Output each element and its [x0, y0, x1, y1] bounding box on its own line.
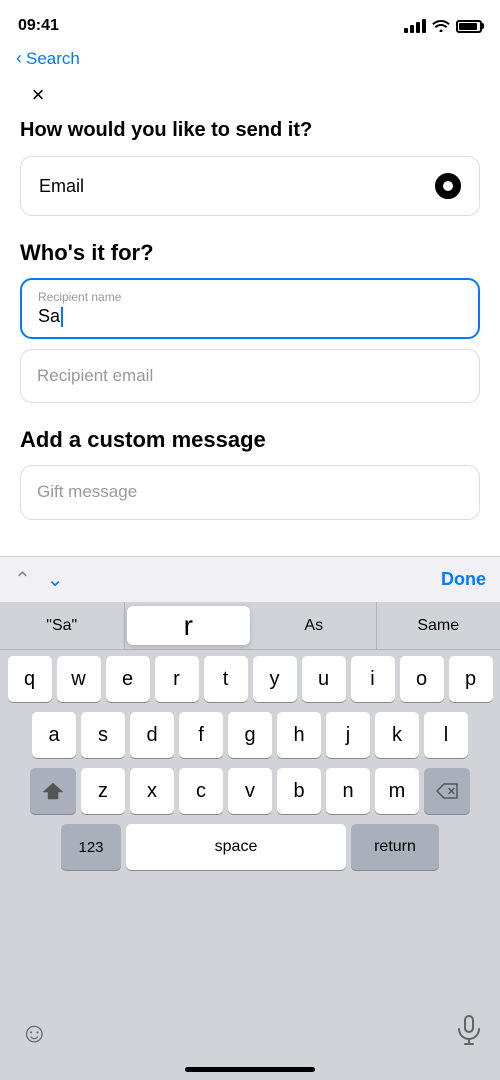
battery-icon: [456, 20, 482, 33]
key-z[interactable]: z: [81, 768, 125, 814]
add-message-heading: Add a custom message: [20, 427, 480, 453]
email-option[interactable]: Email: [20, 156, 480, 216]
key-l[interactable]: l: [424, 712, 468, 758]
autocomplete-item-4[interactable]: Same: [377, 602, 500, 649]
key-q[interactable]: q: [8, 656, 52, 702]
status-time: 09:41: [18, 17, 59, 35]
whos-it-for-heading: Who's it for?: [20, 240, 480, 266]
main-content: × How would you like to send it? Email W…: [0, 77, 500, 520]
gift-message-placeholder: Gift message: [37, 482, 137, 501]
key-s[interactable]: s: [81, 712, 125, 758]
toolbar-down-arrow[interactable]: ⌄: [47, 567, 64, 592]
key-y[interactable]: y: [253, 656, 297, 702]
key-h[interactable]: h: [277, 712, 321, 758]
home-indicator: [185, 1067, 315, 1072]
email-label: Email: [39, 176, 84, 197]
key-j[interactable]: j: [326, 712, 370, 758]
key-return[interactable]: return: [351, 824, 439, 870]
toolbar-done-button[interactable]: Done: [441, 569, 486, 590]
key-m[interactable]: m: [375, 768, 419, 814]
toolbar-arrows: ⌃ ⌄: [14, 567, 64, 592]
email-radio-selected: [435, 173, 461, 199]
key-k[interactable]: k: [375, 712, 419, 758]
key-numbers[interactable]: 123: [61, 824, 121, 870]
key-v[interactable]: v: [228, 768, 272, 814]
key-i[interactable]: i: [351, 656, 395, 702]
autocomplete-item-2[interactable]: r: [127, 606, 251, 645]
keyboard-row-2: a s d f g h j k l: [4, 712, 496, 758]
emoji-icon[interactable]: ☺: [20, 1017, 49, 1049]
key-u[interactable]: u: [302, 656, 346, 702]
key-w[interactable]: w: [57, 656, 101, 702]
key-r[interactable]: r: [155, 656, 199, 702]
keyboard: q w e r t y u i o p a s d f g h j k l z …: [0, 650, 500, 1080]
autocomplete-item-1[interactable]: "Sa": [0, 602, 125, 649]
recipient-name-value: Sa: [38, 306, 462, 327]
text-cursor: [61, 307, 63, 327]
back-button[interactable]: ‹ Search: [16, 48, 80, 69]
recipient-name-field[interactable]: Recipient name Sa: [20, 278, 480, 339]
key-p[interactable]: p: [449, 656, 493, 702]
key-d[interactable]: d: [130, 712, 174, 758]
key-f[interactable]: f: [179, 712, 223, 758]
key-x[interactable]: x: [130, 768, 174, 814]
status-bar: 09:41: [0, 0, 500, 44]
autocomplete-bar: "Sa" r As Same: [0, 602, 500, 650]
key-c[interactable]: c: [179, 768, 223, 814]
key-t[interactable]: t: [204, 656, 248, 702]
key-shift[interactable]: [30, 768, 76, 814]
back-chevron-icon: ‹: [16, 48, 22, 69]
toolbar-up-arrow[interactable]: ⌃: [14, 567, 31, 592]
keyboard-row-1: q w e r t y u i o p: [4, 656, 496, 702]
nav-bar: ‹ Search: [0, 44, 500, 77]
key-backspace[interactable]: [424, 768, 470, 814]
keyboard-row-3: z x c v b n m: [4, 768, 496, 814]
key-n[interactable]: n: [326, 768, 370, 814]
back-label: Search: [26, 49, 80, 69]
send-heading: How would you like to send it?: [20, 119, 480, 142]
key-o[interactable]: o: [400, 656, 444, 702]
close-button[interactable]: ×: [20, 77, 56, 113]
key-space[interactable]: space: [126, 824, 346, 870]
key-e[interactable]: e: [106, 656, 150, 702]
autocomplete-item-3[interactable]: As: [252, 602, 377, 649]
mic-icon[interactable]: [458, 1015, 480, 1052]
gift-message-field[interactable]: Gift message: [20, 465, 480, 520]
keyboard-row-4: 123 space return: [4, 824, 496, 870]
key-a[interactable]: a: [32, 712, 76, 758]
recipient-name-label: Recipient name: [38, 290, 462, 304]
keyboard-toolbar: ⌃ ⌄ Done: [0, 556, 500, 602]
key-g[interactable]: g: [228, 712, 272, 758]
recipient-email-field[interactable]: Recipient email: [20, 349, 480, 403]
recipient-email-placeholder: Recipient email: [37, 366, 153, 385]
key-b[interactable]: b: [277, 768, 321, 814]
signal-icon: [404, 19, 426, 33]
wifi-icon: [432, 18, 450, 35]
status-icons: [404, 18, 482, 35]
